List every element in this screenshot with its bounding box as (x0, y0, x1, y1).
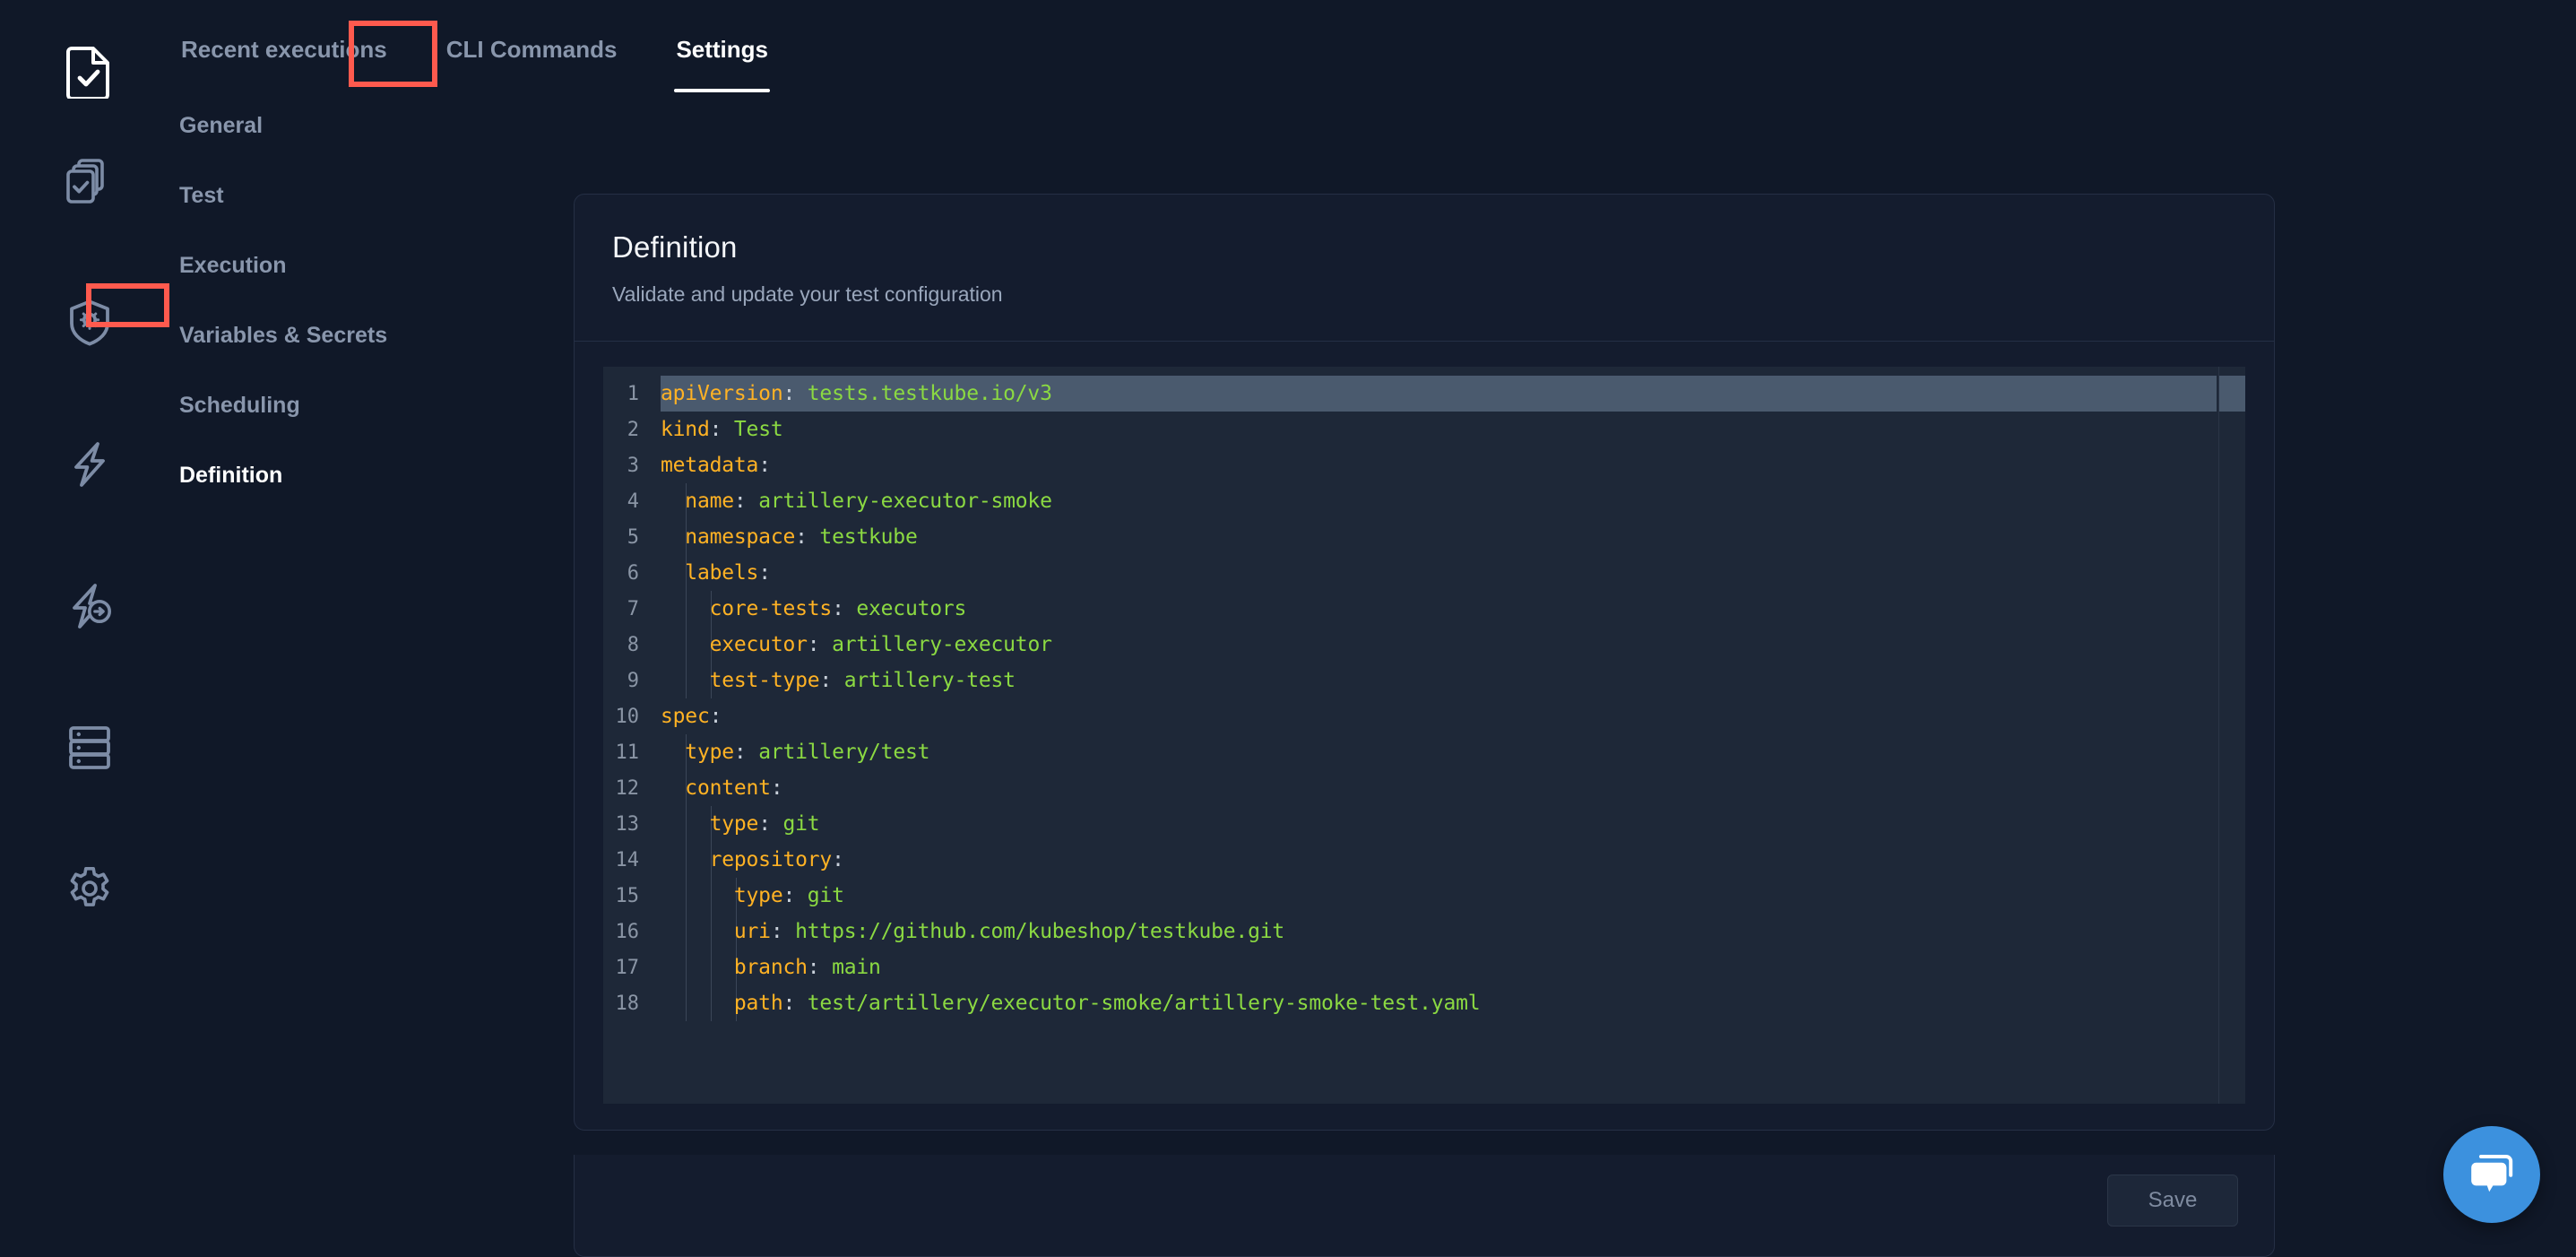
rail-item-webhooks[interactable] (61, 577, 118, 635)
tab-settings[interactable]: Settings (674, 30, 770, 69)
document-check-icon (66, 45, 113, 99)
top-navigation: Recent executions CLI Commands Settings (179, 0, 2576, 99)
submenu-item-scheduling[interactable]: Scheduling (179, 386, 565, 426)
submenu-label: General (179, 113, 263, 138)
lightning-icon (65, 439, 115, 490)
lightning-run-icon (65, 581, 115, 631)
line-number: 18 (603, 993, 661, 1015)
code-lines-container: 1apiVersion: tests.testkube.io/v32kind: … (603, 376, 2245, 1021)
rail-icon-list (61, 136, 118, 1002)
card-header: Definition Validate and update your test… (575, 195, 2274, 342)
line-number: 14 (603, 849, 661, 871)
page-title: Definition (612, 230, 2236, 264)
submenu-label: Execution (179, 253, 286, 278)
code-line-text: path: test/artillery/executor-smoke/arti… (661, 992, 1480, 1015)
tab-cli-commands[interactable]: CLI Commands (445, 30, 619, 69)
line-number: 1 (603, 383, 661, 405)
submenu-item-execution[interactable]: Execution (179, 246, 565, 286)
submenu-label: Definition (179, 463, 282, 488)
code-line-text: type: git (661, 812, 819, 836)
line-number: 15 (603, 885, 661, 907)
chat-bubble-icon (2467, 1151, 2517, 1198)
settings-submenu: General Test Execution Variables & Secre… (179, 106, 565, 525)
code-line-text: branch: main (661, 956, 881, 979)
code-line-text: spec: (661, 705, 722, 728)
line-number: 10 (603, 706, 661, 728)
rail-item-triggers[interactable] (61, 436, 118, 493)
save-button[interactable]: Save (2107, 1175, 2238, 1227)
rail-item-executors[interactable] (61, 294, 118, 351)
line-number: 9 (603, 670, 661, 692)
code-line-text: type: git (661, 884, 844, 907)
line-number: 8 (603, 634, 661, 656)
code-line-text: repository: (661, 848, 844, 871)
code-line-text: labels: (661, 561, 771, 585)
line-number: 6 (603, 562, 661, 585)
code-line-text: test-type: artillery-test (661, 669, 1016, 692)
definition-card: Definition Validate and update your test… (574, 194, 2275, 1131)
submenu-item-definition[interactable]: Definition (179, 455, 565, 496)
line-number: 7 (603, 598, 661, 620)
card-footer: Save (574, 1155, 2275, 1257)
icon-rail (0, 0, 179, 1257)
code-line-text: core-tests: executors (661, 597, 966, 620)
chat-widget-button[interactable] (2443, 1126, 2540, 1223)
page-subtitle: Validate and update your test configurat… (612, 282, 2236, 307)
indent-guide-line (711, 806, 712, 1021)
tab-label: Settings (676, 36, 768, 63)
shield-gear-icon (65, 298, 115, 348)
line-number: 13 (603, 813, 661, 836)
rail-item-sources[interactable] (61, 719, 118, 776)
line-number: 12 (603, 777, 661, 800)
submenu-item-variables-secrets[interactable]: Variables & Secrets (179, 316, 565, 356)
submenu-item-test[interactable]: Test (179, 176, 565, 216)
code-line-text: executor: artillery-executor (661, 633, 1052, 656)
line-number: 5 (603, 526, 661, 549)
tab-label: Recent executions (181, 36, 387, 63)
submenu-item-general[interactable]: General (179, 106, 565, 146)
editor-top-spacer (603, 367, 2245, 376)
server-icon (67, 723, 112, 773)
line-number: 2 (603, 419, 661, 441)
app-logo[interactable] (61, 43, 118, 100)
code-line-text: metadata: (661, 454, 771, 477)
line-number: 17 (603, 957, 661, 979)
code-line-text: kind: Test (661, 418, 783, 441)
code-line-text: uri: https://github.com/kubeshop/testkub… (661, 920, 1284, 943)
tab-label: CLI Commands (446, 36, 618, 63)
code-line-text: content: (661, 776, 782, 800)
submenu-label: Test (179, 183, 224, 208)
code-line-text: namespace: testkube (661, 525, 918, 549)
rail-item-tests[interactable] (61, 152, 118, 210)
gear-icon (65, 864, 115, 915)
active-tab-underline (674, 89, 770, 92)
card-body: 1apiVersion: tests.testkube.io/v32kind: … (575, 342, 2274, 1104)
app-root: Recent executions CLI Commands Settings … (0, 0, 2576, 1257)
line-number: 3 (603, 455, 661, 477)
line-number: 16 (603, 921, 661, 943)
tab-recent-executions[interactable]: Recent executions (179, 30, 389, 69)
indent-guide-line (686, 483, 687, 698)
submenu-label: Scheduling (179, 393, 300, 418)
code-line-text: name: artillery-executor-smoke (661, 490, 1052, 513)
yaml-code-editor[interactable]: 1apiVersion: tests.testkube.io/v32kind: … (603, 367, 2245, 1104)
code-line-text: type: artillery/test (661, 741, 929, 764)
nav-tab-list: Recent executions CLI Commands Settings (179, 0, 2576, 99)
line-number: 4 (603, 490, 661, 513)
code-line-text: apiVersion: tests.testkube.io/v3 (661, 382, 1052, 405)
submenu-label: Variables & Secrets (179, 323, 387, 348)
tests-stack-icon (65, 156, 115, 206)
line-number: 11 (603, 741, 661, 764)
rail-item-settings[interactable] (61, 861, 118, 918)
